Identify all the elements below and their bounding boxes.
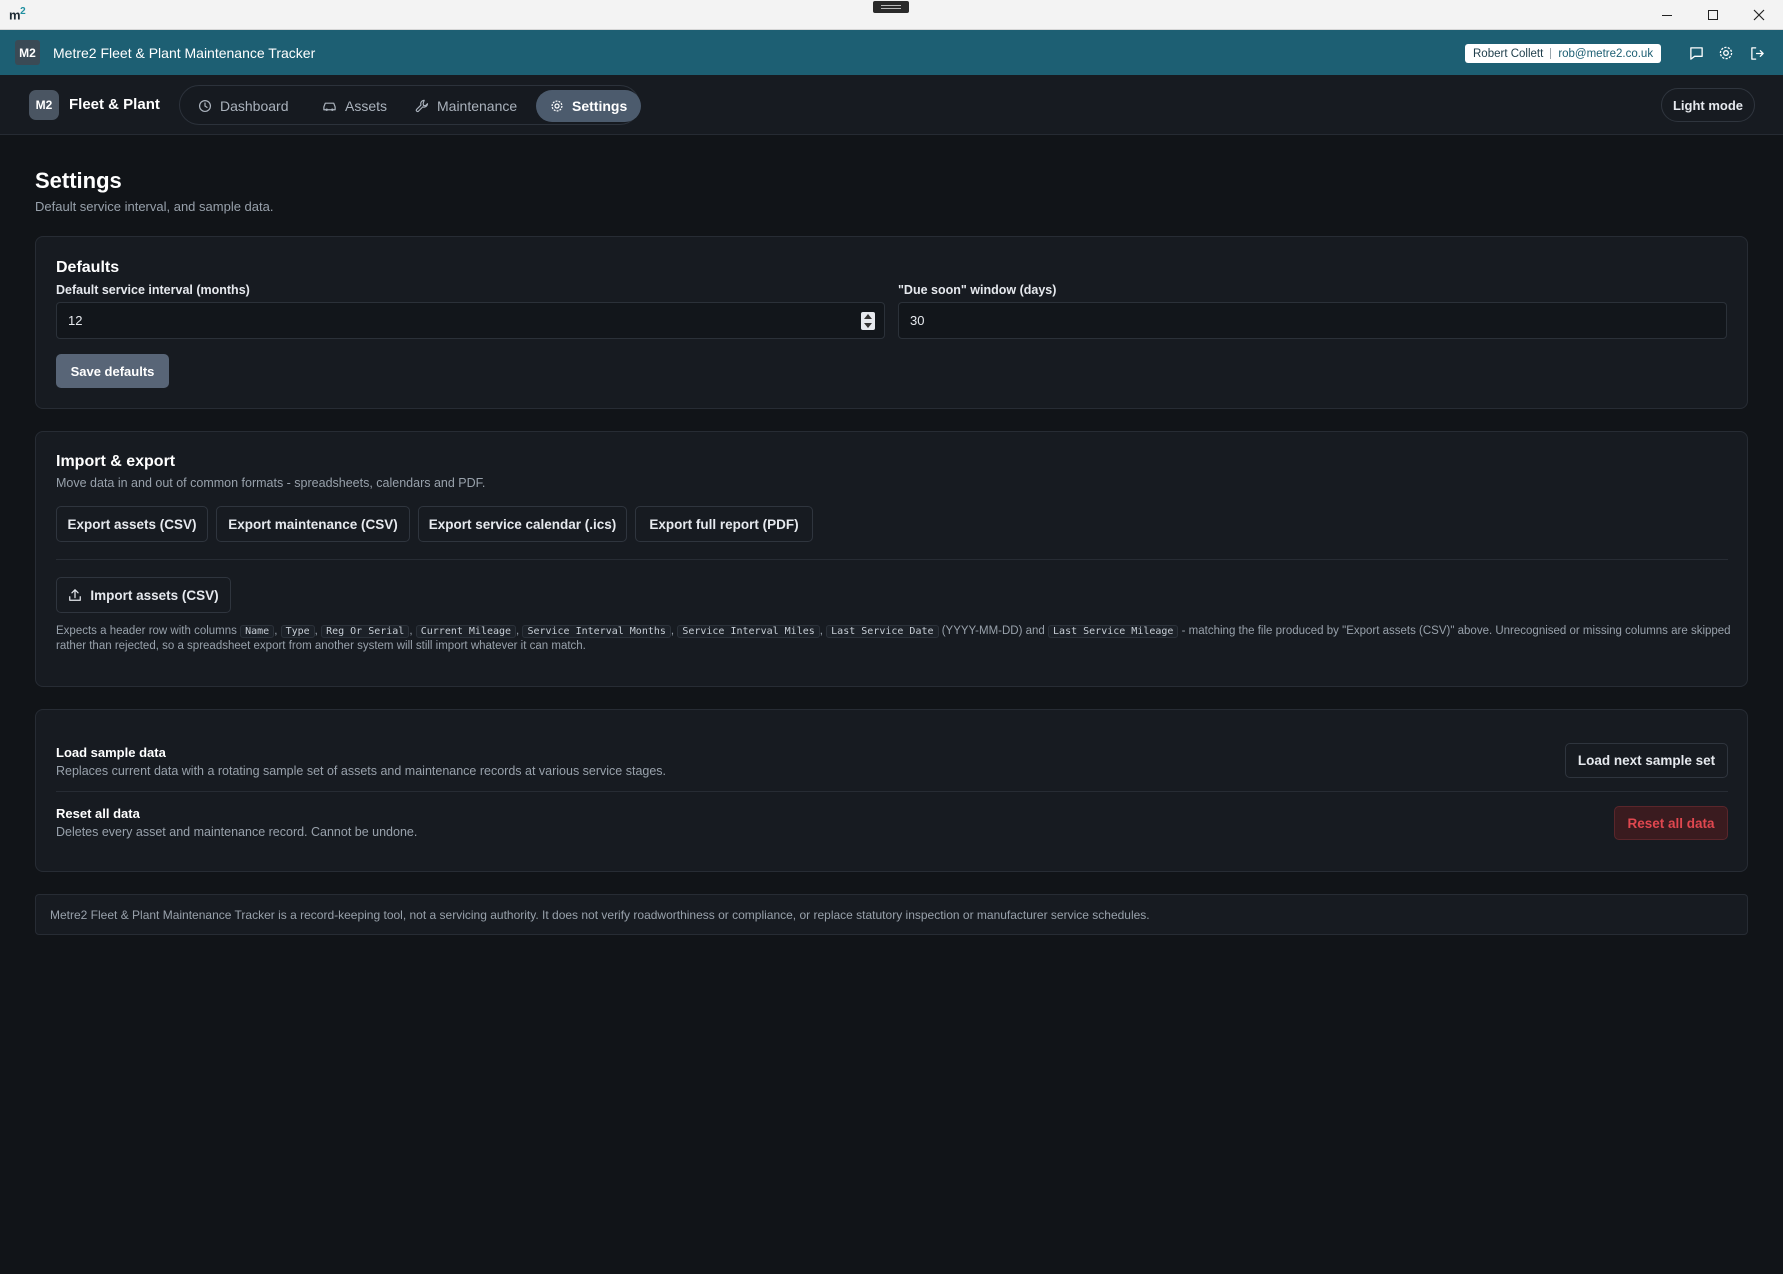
maximize-icon: [1708, 10, 1718, 20]
upload-icon: [69, 589, 82, 601]
interval-value: 12: [68, 313, 83, 328]
export-assets-button[interactable]: Export assets (CSV): [56, 506, 208, 542]
user-name: Robert Collett: [1473, 47, 1544, 60]
import-assets-button[interactable]: Import assets (CSV): [56, 577, 231, 613]
close-button[interactable]: [1736, 0, 1782, 30]
reset-desc: Deletes every asset and maintenance reco…: [56, 825, 418, 839]
due-soon-value: 30: [910, 313, 925, 328]
sample-data-card: Load sample data Replaces current data w…: [35, 709, 1748, 872]
reset-all-button[interactable]: Reset all data: [1614, 806, 1728, 840]
user-pill[interactable]: Robert Collett rob@metre2.co.uk: [1465, 44, 1662, 63]
light-mode-toggle[interactable]: Light mode: [1661, 88, 1755, 122]
clock-icon: [198, 99, 212, 113]
minimize-button[interactable]: [1644, 0, 1690, 30]
wrench-icon: [415, 99, 429, 113]
tab-maintenance[interactable]: Maintenance: [401, 90, 531, 122]
tab-label: Settings: [572, 98, 628, 114]
tab-assets[interactable]: Assets: [308, 90, 401, 122]
tab-label: Dashboard: [220, 98, 289, 114]
sample-divider: [56, 791, 1728, 792]
help-prefix: Expects a header row with columns: [56, 625, 237, 637]
interval-input[interactable]: 12: [56, 302, 885, 339]
tab-label: Maintenance: [437, 98, 518, 114]
load-sample-button[interactable]: Load next sample set: [1565, 743, 1728, 778]
defaults-title: Defaults: [56, 259, 120, 276]
brand-name: Fleet & Plant: [69, 96, 160, 113]
due-soon-label: "Due soon" window (days): [898, 283, 1057, 297]
settings-icon[interactable]: [1717, 44, 1735, 62]
app-badge: M2: [15, 40, 40, 65]
number-stepper[interactable]: [861, 312, 875, 330]
tab-label: Assets: [345, 98, 388, 114]
column-interval-months: Service Interval Months: [522, 625, 671, 638]
page-subtitle: Default service interval, and sample dat…: [35, 199, 274, 214]
user-pill-divider: [1550, 48, 1552, 59]
minimize-icon: [1662, 14, 1672, 16]
gear-icon: [551, 100, 563, 112]
import-export-subtitle: Move data in and out of common formats -…: [56, 476, 486, 490]
interval-label: Default service interval (months): [56, 283, 250, 297]
maximize-button[interactable]: [1690, 0, 1736, 30]
date-format: (YYYY-MM-DD) and: [941, 625, 1045, 637]
tab-dashboard[interactable]: Dashboard: [184, 90, 303, 122]
save-defaults-button[interactable]: Save defaults: [56, 354, 169, 388]
column-last-mileage: Last Service Mileage: [1048, 625, 1179, 638]
tab-settings[interactable]: Settings: [536, 90, 642, 122]
os-app-logo: m2: [9, 6, 26, 23]
load-sample-title: Load sample data: [56, 745, 166, 760]
import-export-card: Import & export Move data in and out of …: [35, 431, 1748, 687]
logout-icon[interactable]: [1748, 44, 1766, 62]
disclaimer-text: Metre2 Fleet & Plant Maintenance Tracker…: [50, 908, 1150, 922]
disclaimer-card: Metre2 Fleet & Plant Maintenance Tracker…: [35, 894, 1748, 935]
export-maintenance-button[interactable]: Export maintenance (CSV): [216, 506, 410, 542]
due-soon-input[interactable]: 30: [898, 302, 1727, 339]
nav-tabs: Dashboard Assets Maintenance Settings: [179, 85, 642, 125]
column-mileage: Current Mileage: [415, 625, 517, 638]
user-email: rob@metre2.co.uk: [1558, 47, 1654, 60]
load-sample-desc: Replaces current data with a rotating sa…: [56, 764, 667, 778]
import-assets-label: Import assets (CSV): [90, 587, 219, 603]
column-last-date: Last Service Date: [826, 625, 939, 638]
app-header: M2 Metre2 Fleet & Plant Maintenance Trac…: [0, 30, 1783, 75]
reset-title: Reset all data: [56, 806, 140, 821]
import-help-text: Expects a header row with columns Name, …: [56, 625, 1731, 652]
brand-badge: M2: [29, 90, 59, 120]
column-interval-miles: Service Interval Miles: [677, 625, 820, 638]
chat-icon[interactable]: [1687, 44, 1705, 62]
page-title: Settings: [35, 168, 122, 193]
main-nav: M2 Fleet & Plant Dashboard Assets Mainte…: [0, 75, 1783, 135]
import-export-title: Import & export: [56, 453, 176, 470]
column-type: Type: [280, 625, 315, 638]
app-title: Metre2 Fleet & Plant Maintenance Tracker: [53, 44, 316, 61]
export-report-button[interactable]: Export full report (PDF): [635, 506, 813, 542]
import-divider: [56, 559, 1728, 560]
column-name: Name: [240, 625, 275, 638]
car-icon: [323, 102, 336, 111]
column-reg: Reg Or Serial: [321, 625, 410, 638]
export-calendar-button[interactable]: Export service calendar (.ics): [418, 506, 627, 542]
window-grip-handle[interactable]: [873, 1, 909, 13]
os-title-bar: m2: [0, 0, 1783, 30]
defaults-card: Defaults Default service interval (month…: [35, 236, 1748, 409]
close-icon: [1753, 9, 1765, 21]
